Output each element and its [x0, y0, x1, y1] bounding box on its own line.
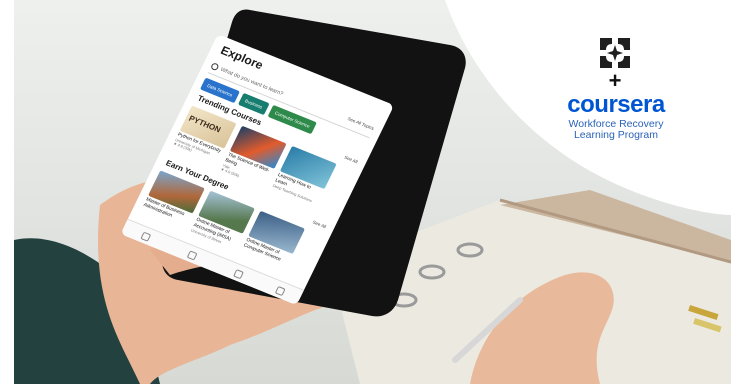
workforce-mark-icon: [600, 38, 630, 68]
left-margin: [0, 0, 14, 384]
tagline-line-2: Learning Program: [573, 129, 659, 141]
search-icon: [210, 62, 220, 72]
profile-tab-icon[interactable]: [274, 285, 286, 297]
coursera-wordmark: coursera: [567, 91, 665, 118]
degree-card[interactable]: Online Master of Computer Science: [240, 210, 306, 270]
degree-see-all[interactable]: See All: [312, 219, 327, 229]
downloads-tab-icon[interactable]: [233, 269, 244, 280]
explore-tab-icon[interactable]: [140, 231, 152, 242]
learning-tab-icon[interactable]: [186, 250, 198, 261]
trending-see-all[interactable]: See All: [343, 155, 358, 165]
program-tagline: Workforce Recovery Learning Program: [548, 119, 684, 141]
plus-sign: +: [608, 68, 622, 93]
